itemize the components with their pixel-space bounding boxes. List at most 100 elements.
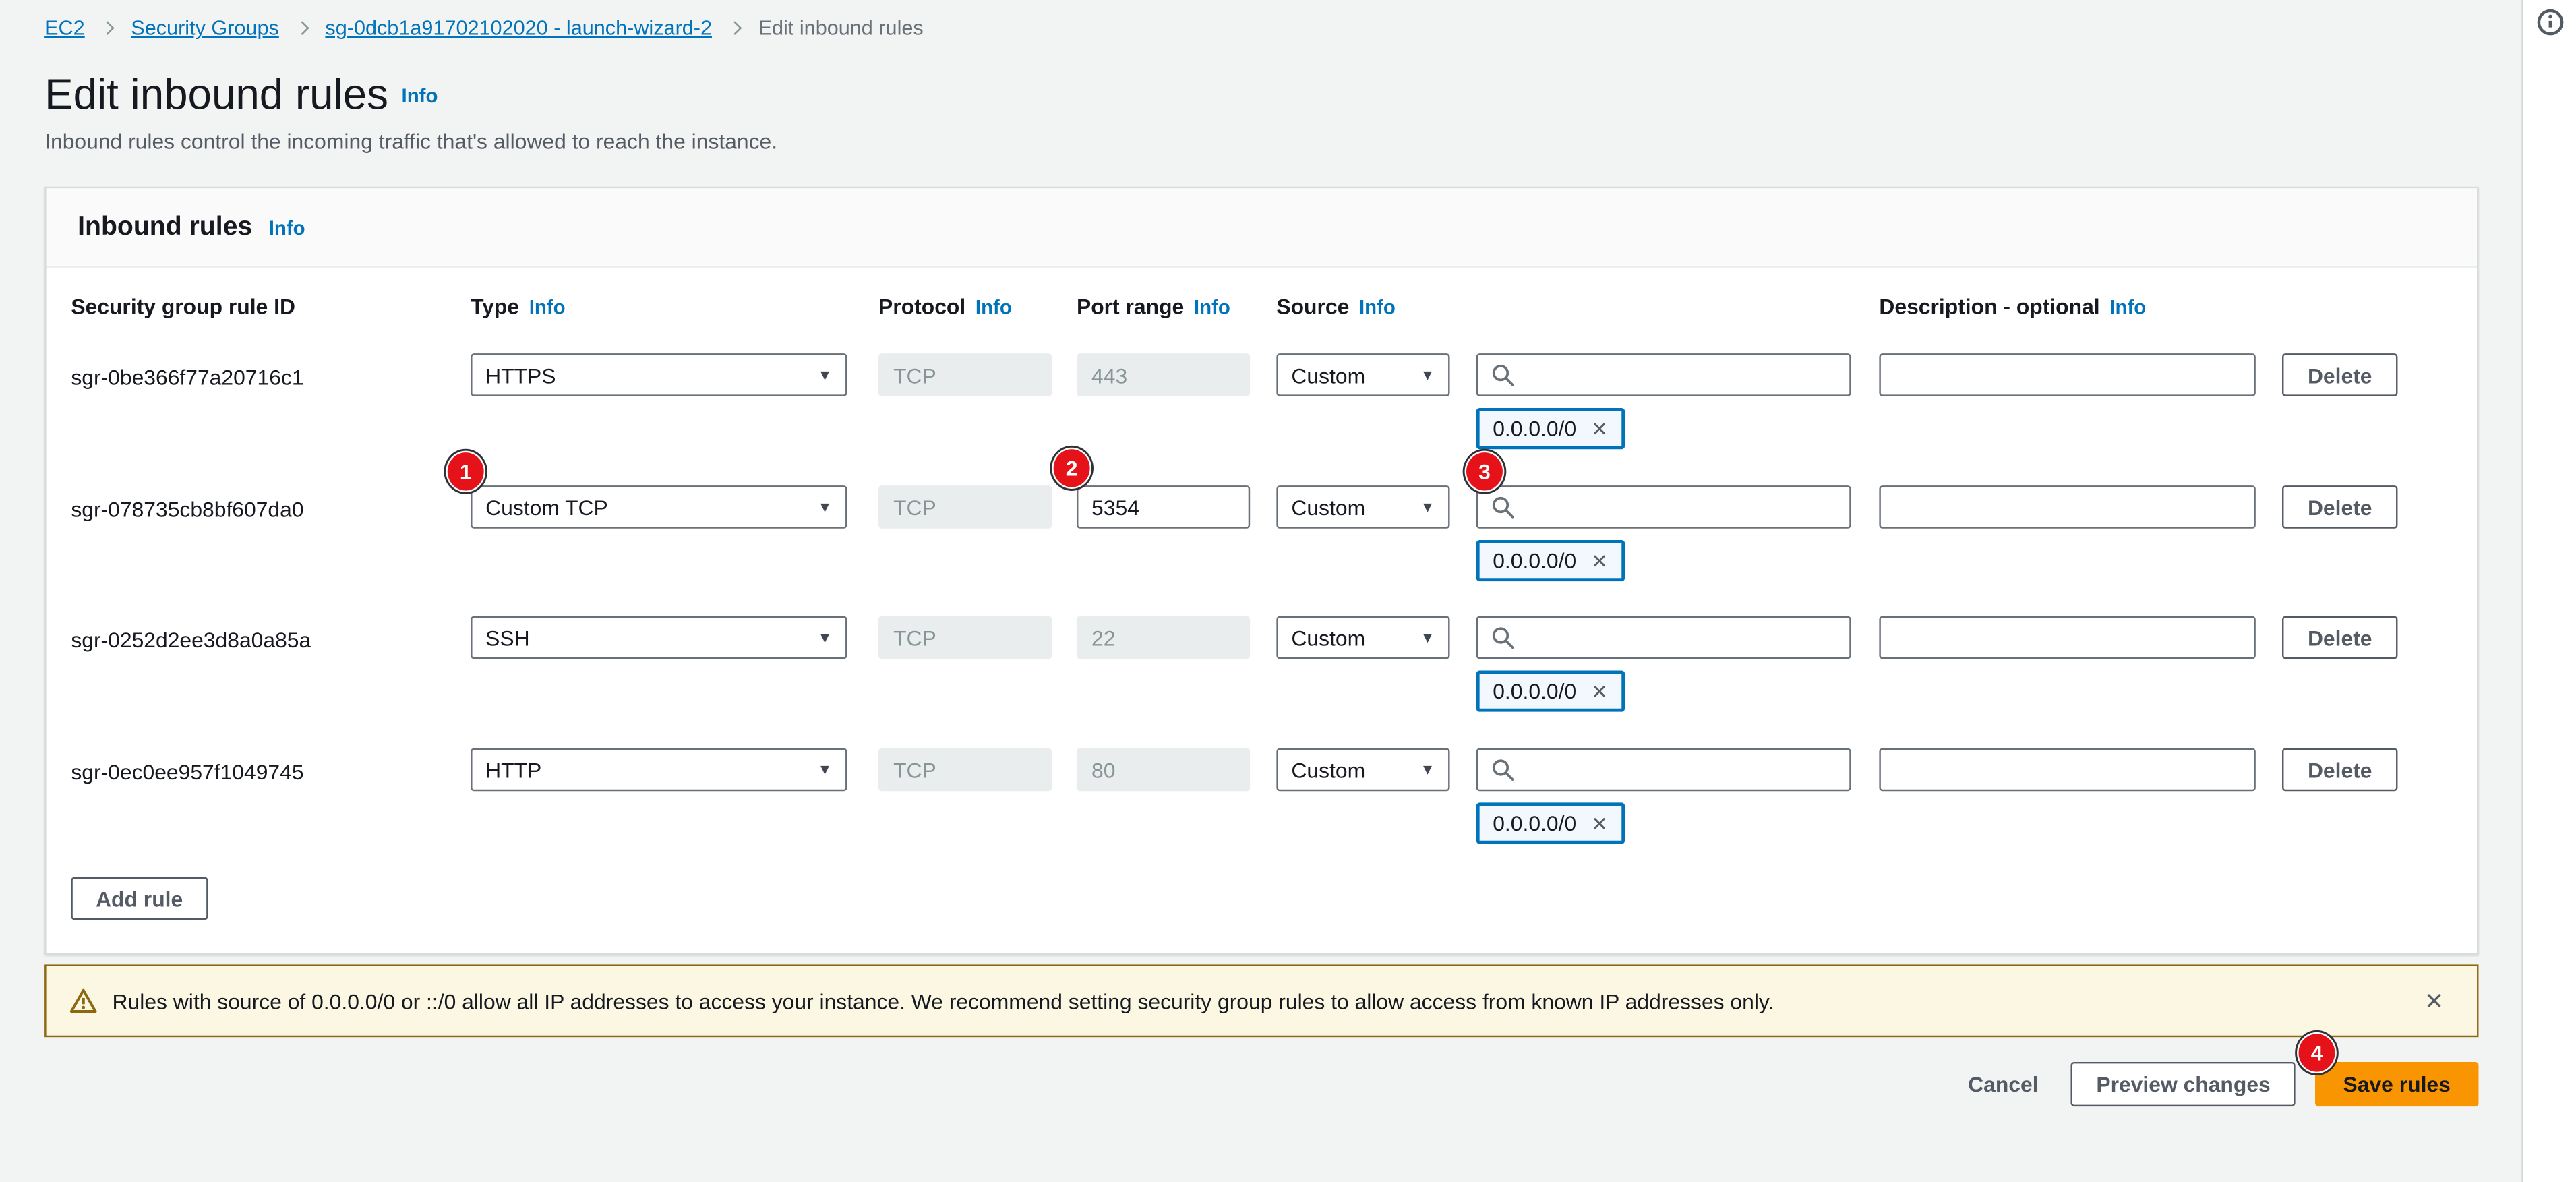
protocol-field: TCP xyxy=(878,353,1052,396)
type-info-link[interactable]: Info xyxy=(529,295,566,318)
annotation-step-4: 4 xyxy=(2299,1034,2335,1071)
port-range-field: 443 xyxy=(1077,353,1250,396)
chevron-right-icon xyxy=(295,21,309,35)
description-info-link[interactable]: Info xyxy=(2109,295,2146,318)
type-select-value: Custom TCP xyxy=(485,495,608,520)
chevron-right-icon xyxy=(101,21,115,35)
page: EC2 Security Groups sg-0dcb1a91702102020… xyxy=(0,0,2576,1182)
source-token[interactable]: 0.0.0.0/0 ✕ xyxy=(1476,802,1625,844)
type-select[interactable]: HTTP ▼ xyxy=(471,748,847,792)
source-token[interactable]: 0.0.0.0/0 ✕ xyxy=(1476,408,1625,449)
close-icon[interactable]: ✕ xyxy=(2415,984,2454,1018)
type-select[interactable]: HTTPS ▼ xyxy=(471,353,847,396)
protocol-field: TCP xyxy=(878,748,1052,792)
type-select[interactable]: Custom TCP ▼ xyxy=(471,485,847,529)
source-search-box[interactable] xyxy=(1476,485,1851,529)
type-select-value: HTTPS xyxy=(485,363,556,388)
page-title-text: Edit inbound rules xyxy=(44,69,388,119)
source-token-value: 0.0.0.0/0 xyxy=(1493,416,1576,441)
rule-row: sgr-0be366f77a20716c1 HTTPS ▼ TCP 443 Cu… xyxy=(47,353,2477,452)
breadcrumb-link-security-groups[interactable]: Security Groups xyxy=(131,16,279,39)
rule-row: sgr-0252d2ee3d8a0a85a SSH ▼ TCP 22 Custo… xyxy=(47,616,2477,715)
page-title: Edit inbound rules Info xyxy=(44,69,438,121)
source-token[interactable]: 0.0.0.0/0 ✕ xyxy=(1476,540,1625,581)
help-side-rail xyxy=(2521,0,2576,1182)
type-select-value: HTTP xyxy=(485,757,541,782)
description-input[interactable] xyxy=(1879,353,2255,396)
panel-title: Inbound rules xyxy=(78,212,252,242)
column-header-source: SourceInfo xyxy=(1276,294,1396,319)
search-icon xyxy=(1491,626,1514,649)
security-group-rule-id: sgr-078735cb8bf607da0 xyxy=(71,497,303,522)
description-input[interactable] xyxy=(1879,748,2255,792)
security-group-rule-id: sgr-0be366f77a20716c1 xyxy=(71,365,303,390)
source-token[interactable]: 0.0.0.0/0 ✕ xyxy=(1476,670,1625,711)
source-select[interactable]: Custom ▼ xyxy=(1276,748,1449,792)
dismiss-token-icon[interactable]: ✕ xyxy=(1591,813,1608,833)
chevron-down-icon: ▼ xyxy=(1420,761,1435,777)
breadcrumb-link-security-group[interactable]: sg-0dcb1a91702102020 - launch-wizard-2 xyxy=(325,16,712,39)
description-input[interactable] xyxy=(1879,485,2255,529)
security-group-rule-id: sgr-0ec0ee957f1049745 xyxy=(71,760,303,785)
source-select[interactable]: Custom ▼ xyxy=(1276,485,1449,529)
source-search-input[interactable] xyxy=(1524,363,1836,388)
port-range-info-link[interactable]: Info xyxy=(1194,295,1230,318)
page-title-info-link[interactable]: Info xyxy=(402,84,438,107)
save-rules-button[interactable]: Save rules xyxy=(2315,1062,2479,1106)
source-search-box[interactable] xyxy=(1476,616,1851,659)
warning-banner: Rules with source of 0.0.0.0/0 or ::/0 a… xyxy=(44,964,2478,1037)
delete-rule-button[interactable]: Delete xyxy=(2282,485,2397,529)
cancel-button[interactable]: Cancel xyxy=(1955,1062,2052,1106)
inbound-rules-table: Security group rule ID TypeInfo Protocol… xyxy=(47,268,2477,955)
column-header-port-range: Port rangeInfo xyxy=(1077,294,1230,319)
panel-info-link[interactable]: Info xyxy=(269,216,305,239)
rule-row: sgr-0ec0ee957f1049745 HTTP ▼ TCP 80 Cust… xyxy=(47,748,2477,848)
source-select-value: Custom xyxy=(1291,495,1365,520)
source-search-input[interactable] xyxy=(1524,625,1836,650)
search-icon xyxy=(1491,496,1514,519)
port-range-field: 22 xyxy=(1077,616,1250,659)
source-token-value: 0.0.0.0/0 xyxy=(1493,679,1576,704)
chevron-right-icon xyxy=(728,21,742,35)
chevron-down-icon: ▼ xyxy=(1420,499,1435,515)
source-select-value: Custom xyxy=(1291,625,1365,650)
column-header-type: TypeInfo xyxy=(471,294,566,319)
chevron-down-icon: ▼ xyxy=(818,499,833,515)
protocol-info-link[interactable]: Info xyxy=(976,295,1012,318)
source-search-input[interactable] xyxy=(1524,757,1836,782)
source-select[interactable]: Custom ▼ xyxy=(1276,616,1449,659)
source-info-link[interactable]: Info xyxy=(1359,295,1396,318)
annotation-step-3: 3 xyxy=(1466,452,1503,490)
delete-rule-button[interactable]: Delete xyxy=(2282,353,2397,396)
page-subtitle: Inbound rules control the incoming traff… xyxy=(44,129,777,154)
source-search-box[interactable] xyxy=(1476,748,1851,792)
preview-changes-button[interactable]: Preview changes xyxy=(2072,1062,2296,1106)
add-rule-button[interactable]: Add rule xyxy=(71,877,208,920)
column-header-description: Description - optionalInfo xyxy=(1879,294,2146,319)
source-search-input[interactable] xyxy=(1524,495,1836,520)
form-actions: Cancel Preview changes Save rules xyxy=(44,1062,2478,1106)
warning-icon xyxy=(69,988,98,1014)
type-select[interactable]: SSH ▼ xyxy=(471,616,847,659)
delete-rule-button[interactable]: Delete xyxy=(2282,748,2397,792)
breadcrumb-link-ec2[interactable]: EC2 xyxy=(44,16,85,39)
warning-text: Rules with source of 0.0.0.0/0 or ::/0 a… xyxy=(113,988,2415,1013)
type-select-value: SSH xyxy=(485,625,529,650)
breadcrumb: EC2 Security Groups sg-0dcb1a91702102020… xyxy=(44,16,924,39)
chevron-down-icon: ▼ xyxy=(818,629,833,645)
port-range-input[interactable] xyxy=(1077,485,1250,529)
source-select[interactable]: Custom ▼ xyxy=(1276,353,1449,396)
description-input[interactable] xyxy=(1879,616,2255,659)
port-range-field: 80 xyxy=(1077,748,1250,792)
source-search-box[interactable] xyxy=(1476,353,1851,396)
table-column-headers: Security group rule ID TypeInfo Protocol… xyxy=(47,294,2477,320)
dismiss-token-icon[interactable]: ✕ xyxy=(1591,551,1608,570)
search-icon xyxy=(1491,758,1514,781)
delete-rule-button[interactable]: Delete xyxy=(2282,616,2397,659)
dismiss-token-icon[interactable]: ✕ xyxy=(1591,419,1608,438)
dismiss-token-icon[interactable]: ✕ xyxy=(1591,681,1608,701)
info-icon[interactable] xyxy=(2536,8,2565,36)
protocol-field: TCP xyxy=(878,485,1052,529)
breadcrumb-current: Edit inbound rules xyxy=(758,16,924,39)
search-icon xyxy=(1491,363,1514,386)
